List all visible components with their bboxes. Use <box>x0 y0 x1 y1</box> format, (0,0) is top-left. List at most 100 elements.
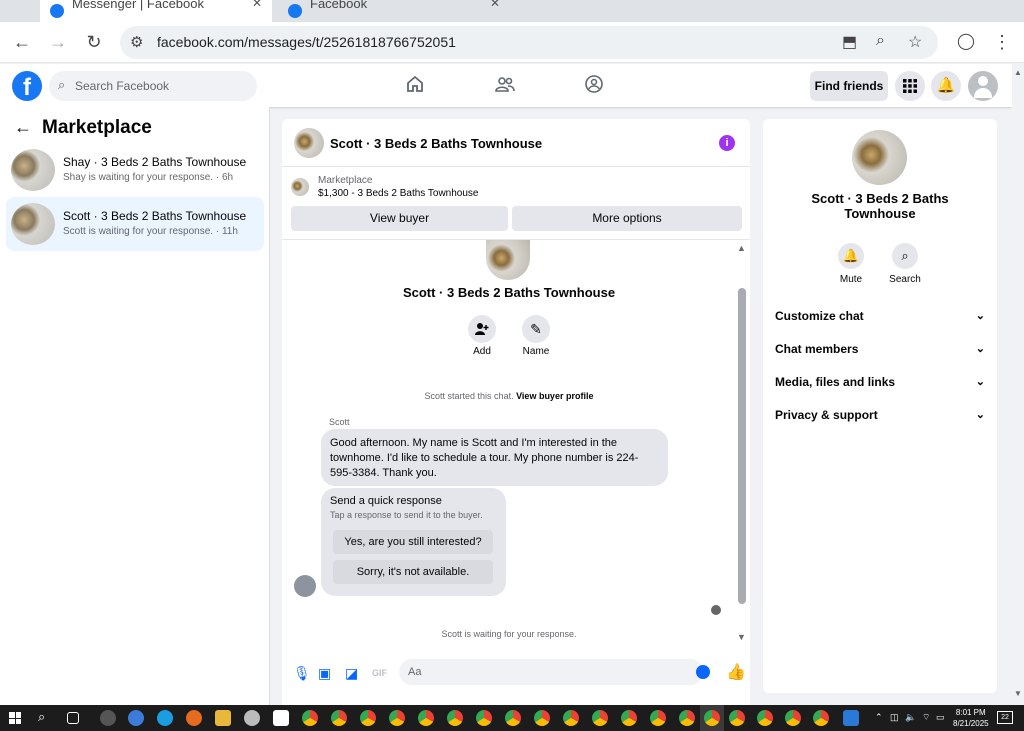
file-explorer-icon[interactable] <box>215 710 231 726</box>
search-icon[interactable]: ⌕ <box>38 709 54 725</box>
tray-icon[interactable]: ◫ <box>890 712 899 723</box>
chrome-icon[interactable] <box>813 710 829 726</box>
marketplace-label: Marketplace <box>318 175 373 186</box>
groups-icon[interactable] <box>583 74 605 96</box>
gif-icon[interactable]: GIF <box>372 668 387 678</box>
pencil-icon[interactable]: ✎ <box>522 315 550 343</box>
chrome-icon-active[interactable] <box>704 710 720 726</box>
edge-icon[interactable] <box>157 710 173 726</box>
chrome-icon[interactable] <box>757 710 773 726</box>
firefox-icon[interactable] <box>186 710 202 726</box>
settings-icon[interactable] <box>100 710 116 726</box>
chrome-icon[interactable] <box>389 710 405 726</box>
conversation-item-selected[interactable]: Scott · 3 Beds 2 Baths Townhouse Scott i… <box>6 197 264 251</box>
zoom-icon[interactable]: ⌕ <box>876 32 885 50</box>
chrome-icon[interactable] <box>650 710 666 726</box>
chrome-icon[interactable] <box>302 710 318 726</box>
chat-members-row[interactable]: Chat members ⌄ <box>775 342 987 358</box>
bell-icon[interactable]: 🔔 <box>838 243 864 269</box>
address-bar[interactable]: ⚙ facebook.com/messages/t/25261818766752… <box>120 26 938 59</box>
chrome-icon[interactable] <box>476 710 492 726</box>
find-friends-button[interactable]: Find friends <box>810 71 888 101</box>
chrome-icon[interactable] <box>534 710 550 726</box>
microphone-icon[interactable]: 🎙 <box>293 665 311 682</box>
search-input[interactable]: ⌕ Search Facebook <box>49 71 257 101</box>
browser-menu-icon[interactable]: ⋮ <box>989 30 1015 54</box>
add-person-icon[interactable] <box>468 315 496 343</box>
view-buyer-profile-link[interactable]: View buyer profile <box>516 391 593 401</box>
tab-title: Facebook <box>310 0 368 11</box>
back-arrow-icon[interactable]: ← <box>9 30 35 54</box>
info-icon[interactable]: i <box>719 135 735 151</box>
page-scrollbar[interactable]: ▲ ▼ <box>1012 64 1024 705</box>
chrome-icon[interactable] <box>785 710 801 726</box>
more-options-button[interactable]: More options <box>512 206 742 231</box>
profile-avatar <box>852 130 907 185</box>
chrome-icon[interactable] <box>447 710 463 726</box>
task-view-icon[interactable] <box>67 712 79 724</box>
chrome-icon[interactable] <box>331 710 347 726</box>
app-icon[interactable] <box>244 710 260 726</box>
bookmark-star-icon[interactable]: ☆ <box>908 32 922 52</box>
app-icon[interactable] <box>128 710 144 726</box>
battery-icon[interactable]: ▭ <box>936 712 945 723</box>
facebook-favicon-icon <box>50 4 64 18</box>
message-input[interactable]: Aa <box>399 659 710 685</box>
conversation-item[interactable]: Shay · 3 Beds 2 Baths Townhouse Shay is … <box>6 143 264 197</box>
account-avatar[interactable] <box>968 71 998 101</box>
media-files-links-row[interactable]: Media, files and links ⌄ <box>775 375 987 391</box>
chat-scrollbar[interactable]: ▲ ▼ <box>736 243 748 643</box>
taskbar-clock[interactable]: 8:01 PM 8/21/2025 <box>953 707 989 729</box>
search-placeholder: Search Facebook <box>75 79 170 93</box>
chrome-icon[interactable] <box>418 710 434 726</box>
profile-avatar <box>486 240 530 280</box>
site-settings-icon[interactable]: ⚙ <box>130 33 143 51</box>
quick-response-option[interactable]: Yes, are you still interested? <box>333 530 493 554</box>
app-icon[interactable] <box>273 710 289 726</box>
close-tab-icon[interactable]: ✕ <box>490 0 500 10</box>
conversation-title: Shay · 3 Beds 2 Baths Townhouse <box>63 155 247 169</box>
install-app-icon[interactable]: ⬒ <box>842 32 857 52</box>
close-tab-icon[interactable]: ✕ <box>252 0 262 10</box>
chrome-icon[interactable] <box>563 710 579 726</box>
forward-arrow-icon[interactable]: → <box>45 30 71 54</box>
browser-tab-messenger[interactable]: Messenger | Facebook ✕ <box>40 0 272 22</box>
friends-icon[interactable] <box>494 74 516 96</box>
home-icon[interactable] <box>404 74 426 96</box>
chrome-icon[interactable] <box>621 710 637 726</box>
view-buyer-button[interactable]: View buyer <box>291 206 508 231</box>
sticker-icon[interactable]: ◪ <box>345 665 358 682</box>
tray-chevron-up-icon[interactable]: ⌃ <box>875 712 883 723</box>
browser-tab-facebook[interactable]: Facebook ✕ <box>278 0 510 22</box>
listing-price[interactable]: $1,300 - 3 Beds 2 Baths Townhouse <box>318 188 478 199</box>
volume-icon[interactable]: 🔈 <box>905 712 916 723</box>
chrome-icon[interactable] <box>729 710 745 726</box>
emoji-icon[interactable] <box>696 665 710 679</box>
waiting-notice: Scott is waiting for your response. <box>441 629 577 639</box>
menu-grid-icon[interactable] <box>895 71 925 101</box>
scrollbar-thumb[interactable] <box>738 288 746 604</box>
search-icon[interactable]: ⌕ <box>892 243 918 269</box>
quick-response-option[interactable]: Sorry, it's not available. <box>333 560 493 584</box>
chrome-icon[interactable] <box>679 710 695 726</box>
profile-icon[interactable]: ◯ <box>953 30 979 54</box>
facebook-logo-icon[interactable]: f <box>12 71 42 101</box>
photo-icon[interactable]: ▣ <box>318 665 331 682</box>
chrome-icon[interactable] <box>505 710 521 726</box>
back-arrow-icon[interactable]: ← <box>14 117 32 138</box>
chrome-icon[interactable] <box>592 710 608 726</box>
app-icon[interactable] <box>843 710 859 726</box>
reload-icon[interactable]: ↻ <box>81 30 107 54</box>
customize-chat-row[interactable]: Customize chat ⌄ <box>775 309 987 325</box>
url-text[interactable]: facebook.com/messages/t/2526181876675205… <box>157 34 456 50</box>
thumbs-up-icon[interactable]: 👍 <box>726 662 746 682</box>
chrome-icon[interactable] <box>360 710 376 726</box>
privacy-support-row[interactable]: Privacy & support ⌄ <box>775 408 987 424</box>
notifications-bell-icon[interactable]: 🔔 <box>931 71 961 101</box>
windows-start-icon[interactable] <box>9 712 21 724</box>
facebook-header: f ⌕ Search Facebook Find friends 🔔 <box>0 64 1012 107</box>
chat-avatar[interactable] <box>294 128 324 158</box>
notifications-badge[interactable]: 22 <box>997 711 1013 724</box>
chat-title[interactable]: Scott · 3 Beds 2 Baths Townhouse <box>330 136 542 151</box>
network-icon[interactable]: ⌔ <box>922 712 930 723</box>
